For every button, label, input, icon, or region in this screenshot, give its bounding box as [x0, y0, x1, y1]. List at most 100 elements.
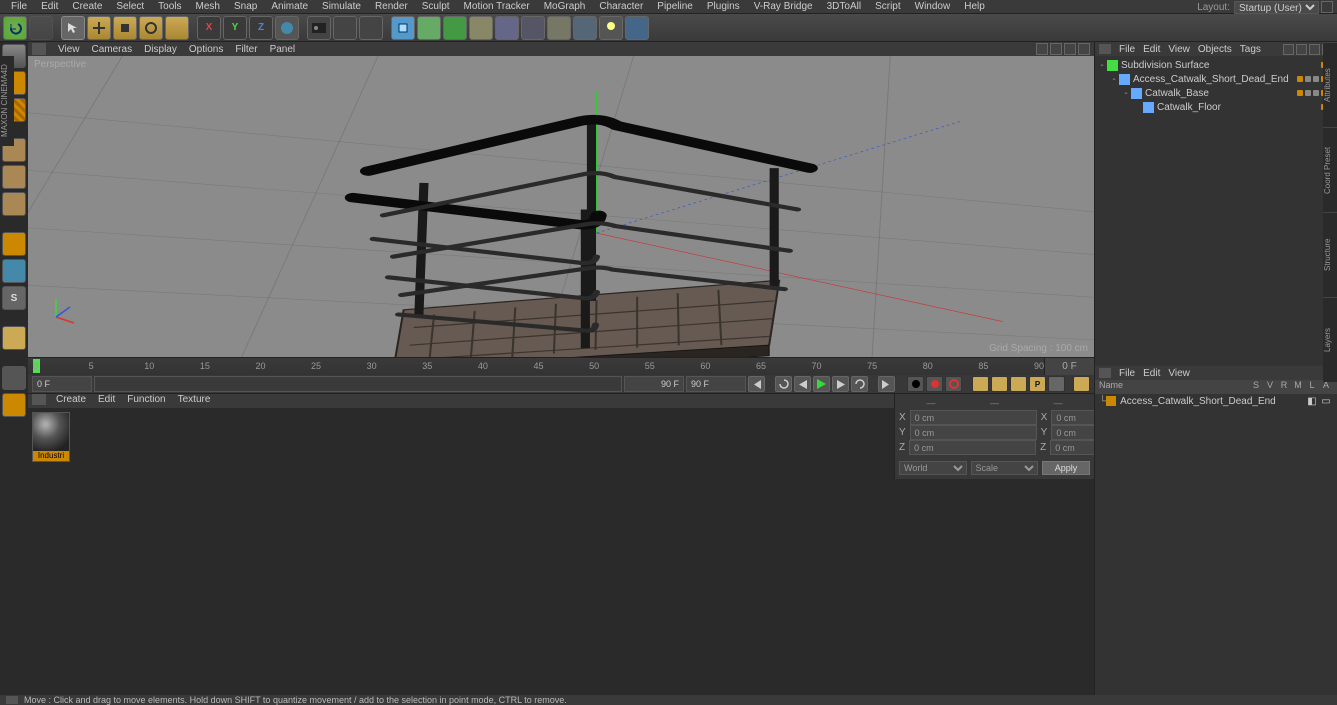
redo-button[interactable]: [29, 16, 53, 40]
menu-window[interactable]: Window: [908, 0, 958, 13]
rotate-tool[interactable]: [139, 16, 163, 40]
vis-editor-dot[interactable]: [1297, 90, 1303, 96]
edge-mode[interactable]: [2, 165, 26, 189]
layer-ico-v[interactable]: ▭: [1319, 395, 1333, 407]
obj-search-icon[interactable]: [1283, 44, 1294, 55]
timeline-options-button[interactable]: [1073, 376, 1090, 392]
menu-edit[interactable]: Edit: [34, 0, 65, 13]
view-nav1-icon[interactable]: [1036, 43, 1048, 55]
goto-end-button[interactable]: [878, 376, 895, 392]
menu-mesh[interactable]: Mesh: [189, 0, 227, 13]
render-settings[interactable]: [359, 16, 383, 40]
layout-config-icon[interactable]: [1321, 1, 1333, 13]
play-button[interactable]: [813, 376, 830, 392]
live-select-tool[interactable]: [61, 16, 85, 40]
add-spline[interactable]: [417, 16, 441, 40]
tree-node[interactable]: -Catwalk_Base: [1095, 86, 1337, 100]
tree-node[interactable]: -Access_Catwalk_Short_Dead_End: [1095, 72, 1337, 86]
axis-mode[interactable]: [2, 232, 26, 256]
menu-create[interactable]: Create: [65, 0, 109, 13]
add-bulb[interactable]: [599, 16, 623, 40]
tree-node[interactable]: -Subdivision Surface: [1095, 58, 1337, 72]
vmenu-view[interactable]: View: [52, 44, 86, 55]
add-generator[interactable]: [443, 16, 467, 40]
coord-Y-pos[interactable]: [910, 425, 1037, 440]
keyframe-sel-button[interactable]: [945, 376, 962, 392]
apply-button[interactable]: Apply: [1042, 461, 1090, 475]
coord-mode-select[interactable]: World: [899, 461, 967, 475]
view-nav4-icon[interactable]: [1078, 43, 1090, 55]
vmenu-options[interactable]: Options: [183, 44, 229, 55]
layer-row[interactable]: └ Access_Catwalk_Short_Dead_End ◧ ▭: [1095, 394, 1337, 408]
matmenu-texture[interactable]: Texture: [172, 394, 217, 408]
timeline[interactable]: 051015202530354045505560657075808590 0 F: [28, 357, 1094, 375]
workplane[interactable]: [2, 326, 26, 350]
vtab-layers[interactable]: Layers: [1323, 297, 1337, 382]
key-rot-button[interactable]: [1010, 376, 1027, 392]
loop-button[interactable]: [775, 376, 792, 392]
vtab-attributes[interactable]: Attributes: [1323, 42, 1337, 127]
menu-simulate[interactable]: Simulate: [315, 0, 368, 13]
range-end-input[interactable]: [624, 376, 684, 392]
coord-scale-select[interactable]: Scale: [971, 461, 1039, 475]
render-view[interactable]: [307, 16, 331, 40]
menu-help[interactable]: Help: [957, 0, 992, 13]
play-end-input[interactable]: [686, 376, 746, 392]
z-axis-lock[interactable]: Z: [249, 16, 273, 40]
objmenu-file[interactable]: File: [1119, 44, 1135, 55]
menu-pipeline[interactable]: Pipeline: [650, 0, 700, 13]
expand-icon[interactable]: -: [1121, 88, 1131, 99]
add-camera[interactable]: [521, 16, 545, 40]
range-slider[interactable]: [94, 376, 622, 392]
menu-tools[interactable]: Tools: [151, 0, 188, 13]
menu-select[interactable]: Select: [109, 0, 151, 13]
vis-render-dot[interactable]: [1305, 76, 1311, 82]
vmenu-display[interactable]: Display: [138, 44, 183, 55]
3d-viewport[interactable]: Perspective Grid Spacing : 100 cm: [28, 56, 1094, 357]
viewport-grip-icon[interactable]: [32, 43, 46, 55]
menu-script[interactable]: Script: [868, 0, 908, 13]
y-axis-lock[interactable]: Y: [223, 16, 247, 40]
objmenu-objects[interactable]: Objects: [1198, 44, 1232, 55]
key-pla-button[interactable]: [1048, 376, 1065, 392]
add-deformer[interactable]: [469, 16, 493, 40]
matmenu-edit[interactable]: Edit: [92, 394, 121, 408]
record-button[interactable]: [907, 376, 924, 392]
menu-3dtoall[interactable]: 3DToAll: [820, 0, 868, 13]
layer-grip-icon[interactable]: [1099, 368, 1111, 378]
menu-mograph[interactable]: MoGraph: [537, 0, 593, 13]
key-param-button[interactable]: P: [1029, 376, 1046, 392]
add-scene[interactable]: [573, 16, 597, 40]
object-tree[interactable]: -Subdivision Surface-Access_Catwalk_Shor…: [1095, 56, 1337, 366]
layer-color-icon[interactable]: [1106, 396, 1116, 406]
objmenu-view[interactable]: View: [1168, 44, 1190, 55]
timeline-ruler[interactable]: 051015202530354045505560657075808590: [28, 358, 1044, 375]
vtab-coord[interactable]: Coord Preset: [1323, 127, 1337, 212]
coord-Z-pos[interactable]: [909, 440, 1036, 455]
menu-character[interactable]: Character: [592, 0, 650, 13]
add-script[interactable]: [625, 16, 649, 40]
vmenu-panel[interactable]: Panel: [264, 44, 302, 55]
menu-snap[interactable]: Snap: [227, 0, 264, 13]
obj-grip-icon[interactable]: [1099, 44, 1111, 54]
undo-button[interactable]: [3, 16, 27, 40]
objmenu-edit[interactable]: Edit: [1143, 44, 1160, 55]
snap-toggle[interactable]: S: [2, 286, 26, 310]
coord-system[interactable]: [275, 16, 299, 40]
expand-icon[interactable]: -: [1109, 74, 1119, 85]
goto-start-button[interactable]: [748, 376, 765, 392]
planar-workplane[interactable]: [2, 393, 26, 417]
tag-dot[interactable]: [1313, 76, 1319, 82]
key-scale-button[interactable]: [991, 376, 1008, 392]
move-tool[interactable]: [87, 16, 111, 40]
view-nav2-icon[interactable]: [1050, 43, 1062, 55]
mat-grip-icon[interactable]: [32, 394, 46, 405]
layout-select[interactable]: Startup (User): [1234, 1, 1319, 14]
layermenu-edit[interactable]: Edit: [1143, 368, 1160, 379]
vmenu-filter[interactable]: Filter: [229, 44, 263, 55]
coord-X-pos[interactable]: [910, 410, 1037, 425]
viewport-solo[interactable]: [2, 259, 26, 283]
vis-render-dot[interactable]: [1305, 90, 1311, 96]
matmenu-function[interactable]: Function: [121, 394, 171, 408]
add-light[interactable]: [547, 16, 571, 40]
